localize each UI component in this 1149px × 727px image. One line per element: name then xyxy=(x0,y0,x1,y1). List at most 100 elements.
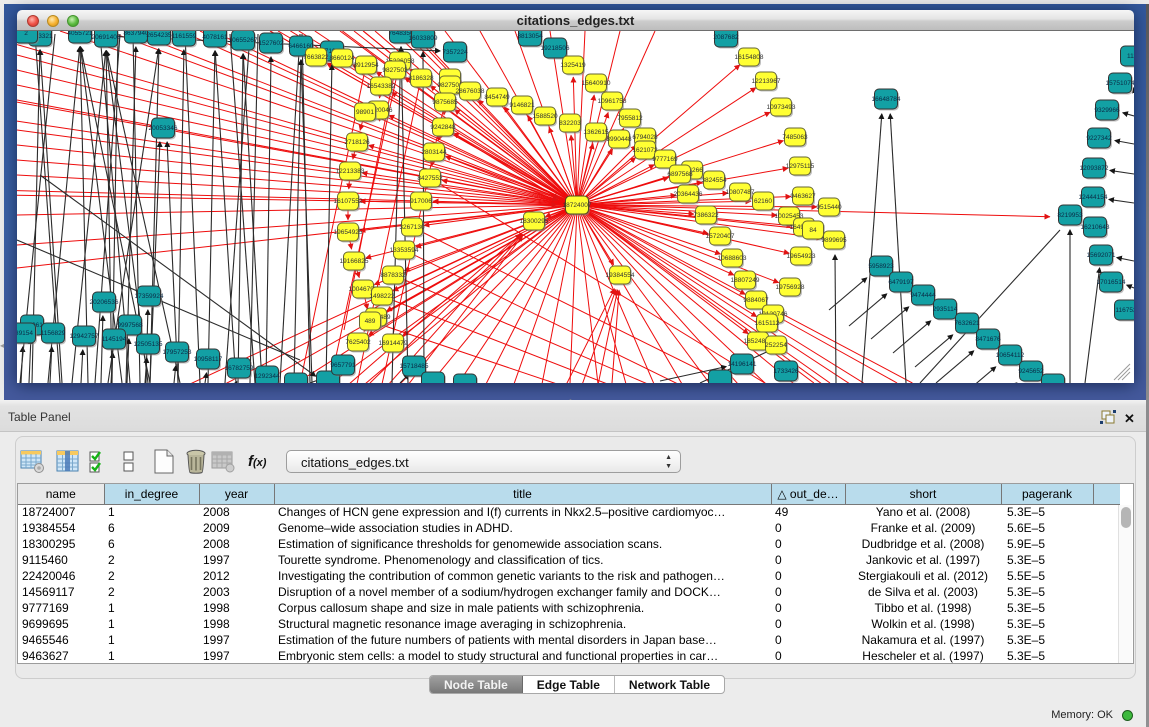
svg-text:6794028: 6794028 xyxy=(632,134,658,141)
svg-text:1292344: 1292344 xyxy=(254,373,280,380)
svg-text:9474444: 9474444 xyxy=(910,292,936,299)
svg-text:7357224: 7357224 xyxy=(442,49,468,56)
svg-text:8990448: 8990448 xyxy=(606,136,632,143)
svg-text:2087682: 2087682 xyxy=(713,34,739,41)
svg-text:16210643: 16210643 xyxy=(1081,224,1110,231)
svg-text:8186328: 8186328 xyxy=(408,75,434,82)
svg-text:8454749: 8454749 xyxy=(484,94,510,101)
svg-text:1498222: 1498222 xyxy=(369,293,395,300)
svg-text:10958117: 10958117 xyxy=(194,356,223,363)
svg-text:1325419: 1325419 xyxy=(560,62,586,69)
svg-text:18807249: 18807249 xyxy=(731,277,760,284)
svg-text:15640910: 15640910 xyxy=(582,80,611,87)
svg-text:15751074: 15751074 xyxy=(1106,80,1134,87)
svg-text:16782759: 16782759 xyxy=(225,365,254,372)
svg-text:20053346: 20053346 xyxy=(149,125,178,132)
svg-text:9245652: 9245652 xyxy=(1018,368,1044,375)
svg-text:7955812: 7955812 xyxy=(617,115,643,122)
svg-text:9242848: 9242848 xyxy=(430,124,456,131)
svg-text:20691406: 20691406 xyxy=(92,34,121,41)
svg-text:12975115: 12975115 xyxy=(786,163,815,170)
svg-text:8878332: 8878332 xyxy=(380,272,406,279)
svg-text:12213383: 12213383 xyxy=(336,168,365,175)
svg-text:1733426: 1733426 xyxy=(773,368,799,375)
svg-text:7625402: 7625402 xyxy=(345,339,371,346)
svg-text:62160: 62160 xyxy=(754,198,772,205)
svg-text:1615112: 1615112 xyxy=(755,320,780,327)
svg-text:14196141: 14196141 xyxy=(728,361,757,368)
svg-text:2654235: 2654235 xyxy=(146,32,172,39)
svg-text:39154: 39154 xyxy=(17,330,33,337)
svg-text:10655267: 10655267 xyxy=(229,37,258,44)
svg-text:16033809: 16033809 xyxy=(409,35,438,42)
svg-text:7632621: 7632621 xyxy=(954,320,980,327)
svg-text:917006: 917006 xyxy=(410,198,432,205)
svg-text:4078161: 4078161 xyxy=(202,34,228,41)
svg-text:20206536: 20206536 xyxy=(90,299,119,306)
svg-text:1161559: 1161559 xyxy=(172,33,197,40)
svg-text:4055721: 4055721 xyxy=(67,31,93,37)
svg-text:10688603: 10688603 xyxy=(718,255,747,262)
svg-text:16107552: 16107552 xyxy=(334,198,363,205)
svg-text:8637940: 8637940 xyxy=(123,31,149,37)
svg-text:17016514: 17016514 xyxy=(1097,279,1126,286)
svg-text:19654925: 19654925 xyxy=(334,229,363,236)
svg-text:7485063: 7485063 xyxy=(782,134,808,141)
svg-text:3824554: 3824554 xyxy=(701,177,727,184)
svg-text:1156829: 1156829 xyxy=(41,330,66,337)
svg-text:116753: 116753 xyxy=(1115,307,1134,314)
svg-text:9777169: 9777169 xyxy=(652,156,678,163)
svg-text:28676038: 28676038 xyxy=(456,88,485,95)
svg-text:10961758: 10961758 xyxy=(598,98,627,105)
svg-text:13353594: 13353594 xyxy=(390,247,419,254)
svg-text:489: 489 xyxy=(365,318,376,325)
svg-text:9463627: 9463627 xyxy=(790,193,816,200)
svg-text:84: 84 xyxy=(809,227,817,234)
svg-text:12213967: 12213967 xyxy=(752,78,781,85)
svg-text:15692071: 15692071 xyxy=(1087,252,1116,259)
svg-text:1145194: 1145194 xyxy=(102,336,127,343)
svg-text:5958923: 5958923 xyxy=(868,263,894,270)
svg-text:8660124: 8660124 xyxy=(329,55,355,62)
svg-text:6897568: 6897568 xyxy=(667,171,693,178)
svg-text:19166825: 19166825 xyxy=(340,258,369,265)
svg-text:2718126: 2718126 xyxy=(344,139,370,146)
svg-text:12942757: 12942757 xyxy=(70,333,99,340)
svg-text:17359924: 17359924 xyxy=(135,293,164,300)
svg-text:9899695: 9899695 xyxy=(821,237,847,244)
svg-text:19218506: 19218506 xyxy=(541,45,570,52)
svg-text:1527602: 1527602 xyxy=(258,40,284,47)
svg-text:8427552: 8427552 xyxy=(417,175,443,182)
svg-text:8912954: 8912954 xyxy=(353,62,379,69)
svg-text:8813054: 8813054 xyxy=(517,33,543,40)
svg-text:19384554: 19384554 xyxy=(606,272,635,279)
svg-text:252254: 252254 xyxy=(765,342,787,349)
svg-text:19756928: 19756928 xyxy=(776,284,805,291)
svg-text:17957253: 17957253 xyxy=(163,349,192,356)
svg-text:2: 2 xyxy=(24,31,28,37)
svg-text:3267130: 3267130 xyxy=(399,224,425,231)
svg-text:2935114: 2935114 xyxy=(933,306,958,313)
svg-text:16543382: 16543382 xyxy=(367,83,396,90)
svg-text:6479197: 6479197 xyxy=(888,279,914,286)
svg-text:10973493: 10973493 xyxy=(767,104,796,111)
svg-text:9227342: 9227342 xyxy=(1086,135,1112,142)
svg-text:2803144: 2803144 xyxy=(421,149,447,156)
svg-text:9515440: 9515440 xyxy=(816,204,842,211)
svg-text:12093872: 12093872 xyxy=(1080,165,1109,172)
svg-text:18724007: 18724007 xyxy=(563,202,592,209)
svg-text:9827503: 9827503 xyxy=(382,67,408,74)
svg-text:15720407: 15720407 xyxy=(706,233,735,240)
svg-text:15718485: 15718485 xyxy=(400,363,429,370)
svg-text:9997568: 9997568 xyxy=(117,322,143,329)
svg-text:832203: 832203 xyxy=(559,120,581,127)
svg-text:19654923: 19654923 xyxy=(787,253,816,260)
svg-text:7386322: 7386322 xyxy=(693,212,719,219)
svg-text:9146821: 9146821 xyxy=(509,102,535,109)
svg-text:9884067: 9884067 xyxy=(743,297,769,304)
svg-text:12444154: 12444154 xyxy=(1079,194,1108,201)
svg-text:16154808: 16154808 xyxy=(735,54,764,61)
svg-text:9657791: 9657791 xyxy=(330,362,356,369)
svg-text:9875685: 9875685 xyxy=(432,99,458,106)
svg-text:7663822: 7663822 xyxy=(303,54,329,61)
